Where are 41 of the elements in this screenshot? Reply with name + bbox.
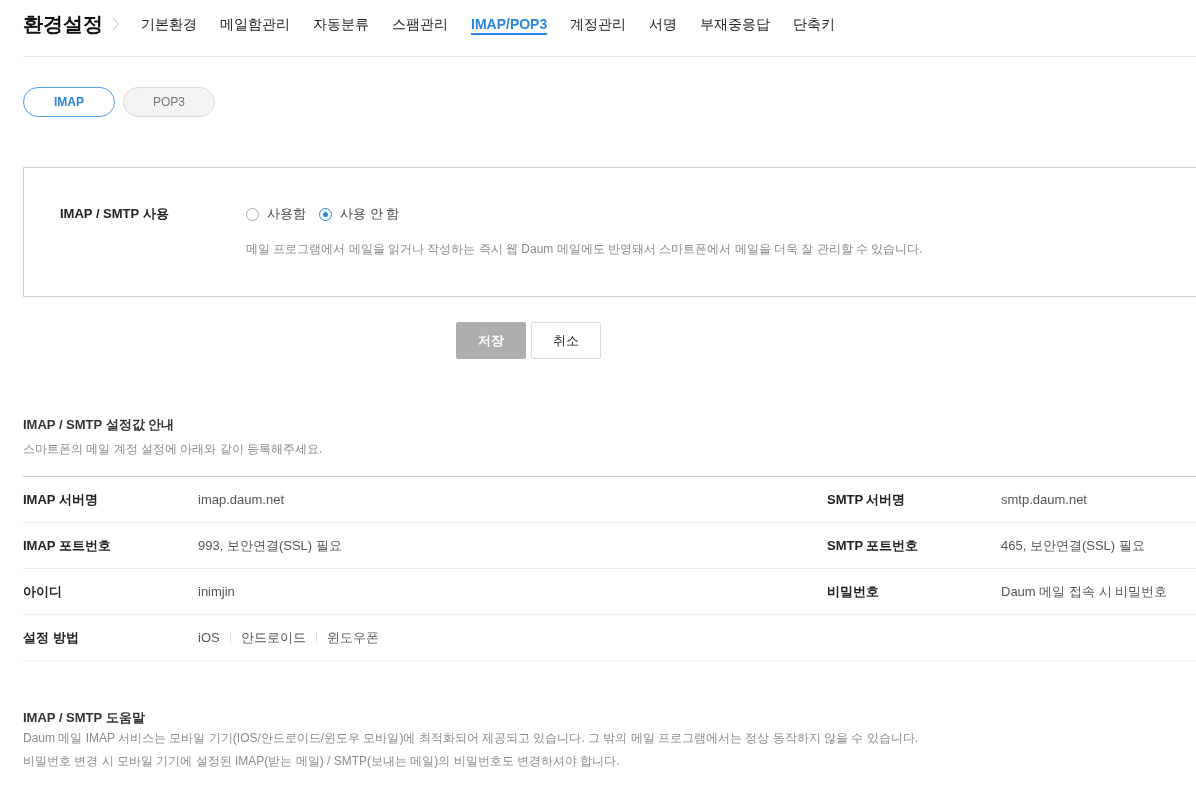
cancel-button[interactable]: 취소 <box>530 322 601 359</box>
field-label: IMAP 포트번호 <box>23 536 112 555</box>
field-label: SMTP 포트번호 <box>827 536 920 555</box>
nav-tab[interactable]: 계정관리 <box>570 12 627 35</box>
help-text: Daum 메일 IMAP 서비스는 모바일 기기(IOS/안드로이드/윈도우 모바일)에 최적화되어 제공되고 있습니다. 그 밖의 메일 프로그램에서는 정상 동작하지 않을 수 있습니다. <box>23 730 920 747</box>
nav-tab[interactable]: 기본환경 <box>141 12 197 35</box>
setting-description: 메일 프로그램에서 메일을 읽거나 작성하는 즉시 웹 Daum 메일에도 반영돼서 스마트폰에서 메일을 더욱 잘 관리할 수 있습니다. <box>246 241 924 258</box>
nav-tab[interactable]: 자동분류 <box>313 12 369 35</box>
field-label: 아이디 <box>23 582 63 601</box>
nav-tab[interactable]: 부재중응답 <box>700 12 771 35</box>
protocol-tab[interactable]: POP3 <box>123 87 215 117</box>
setting-label: IMAP / SMTP 사용 <box>60 205 170 223</box>
field-value: 993, 보안연결(SSL) 필요 <box>198 536 343 555</box>
nav-tab[interactable]: 서명 <box>649 12 678 35</box>
protocol-tab[interactable]: IMAP <box>23 87 115 117</box>
radio-icon[interactable] <box>319 207 332 221</box>
page-title: 환경설정 <box>23 12 103 36</box>
nav-tab[interactable]: 스팸관리 <box>392 12 448 35</box>
radio-icon[interactable] <box>246 207 259 221</box>
guide-link[interactable]: iOS <box>198 628 220 647</box>
section-subtitle: 스마트폰의 메일 계정 설정에 아래와 같이 등록해주세요. <box>23 441 324 458</box>
field-value: imap.daum.net <box>198 490 285 509</box>
field-value: smtp.daum.net <box>1001 490 1088 509</box>
nav-tab[interactable]: 단축키 <box>793 12 836 35</box>
nav-tab[interactable]: IMAP/POP3 <box>471 12 548 35</box>
field-value: 465, 보안연결(SSL) 필요 <box>1001 536 1146 555</box>
nav-tab[interactable]: 메일함관리 <box>220 12 290 35</box>
section-title: IMAP / SMTP 설정값 안내 <box>23 416 176 434</box>
radio-option[interactable]: 사용 안 함 <box>319 205 400 223</box>
chevron-right-icon <box>112 17 119 31</box>
help-text: 비밀번호 변경 시 모바일 기기에 설정된 IMAP(받는 메일) / SMTP(보내는 메일)의 비밀번호도 변경하셔야 합니다. <box>23 753 621 770</box>
field-value: inimjin <box>198 582 236 601</box>
section-title: IMAP / SMTP 도움말 <box>23 709 146 727</box>
guide-link[interactable]: 윈도우폰 <box>326 628 379 647</box>
field-value: Daum 메일 접속 시 비밀번호 <box>1001 582 1169 601</box>
field-label: 설정 방법 <box>23 628 80 647</box>
guide-link[interactable]: 안드로이드 <box>240 628 306 647</box>
field-label: SMTP 서버명 <box>827 490 907 509</box>
field-label: 비밀번호 <box>827 582 880 601</box>
radio-option[interactable]: 사용함 <box>246 205 306 223</box>
field-label: IMAP 서버명 <box>23 490 99 509</box>
